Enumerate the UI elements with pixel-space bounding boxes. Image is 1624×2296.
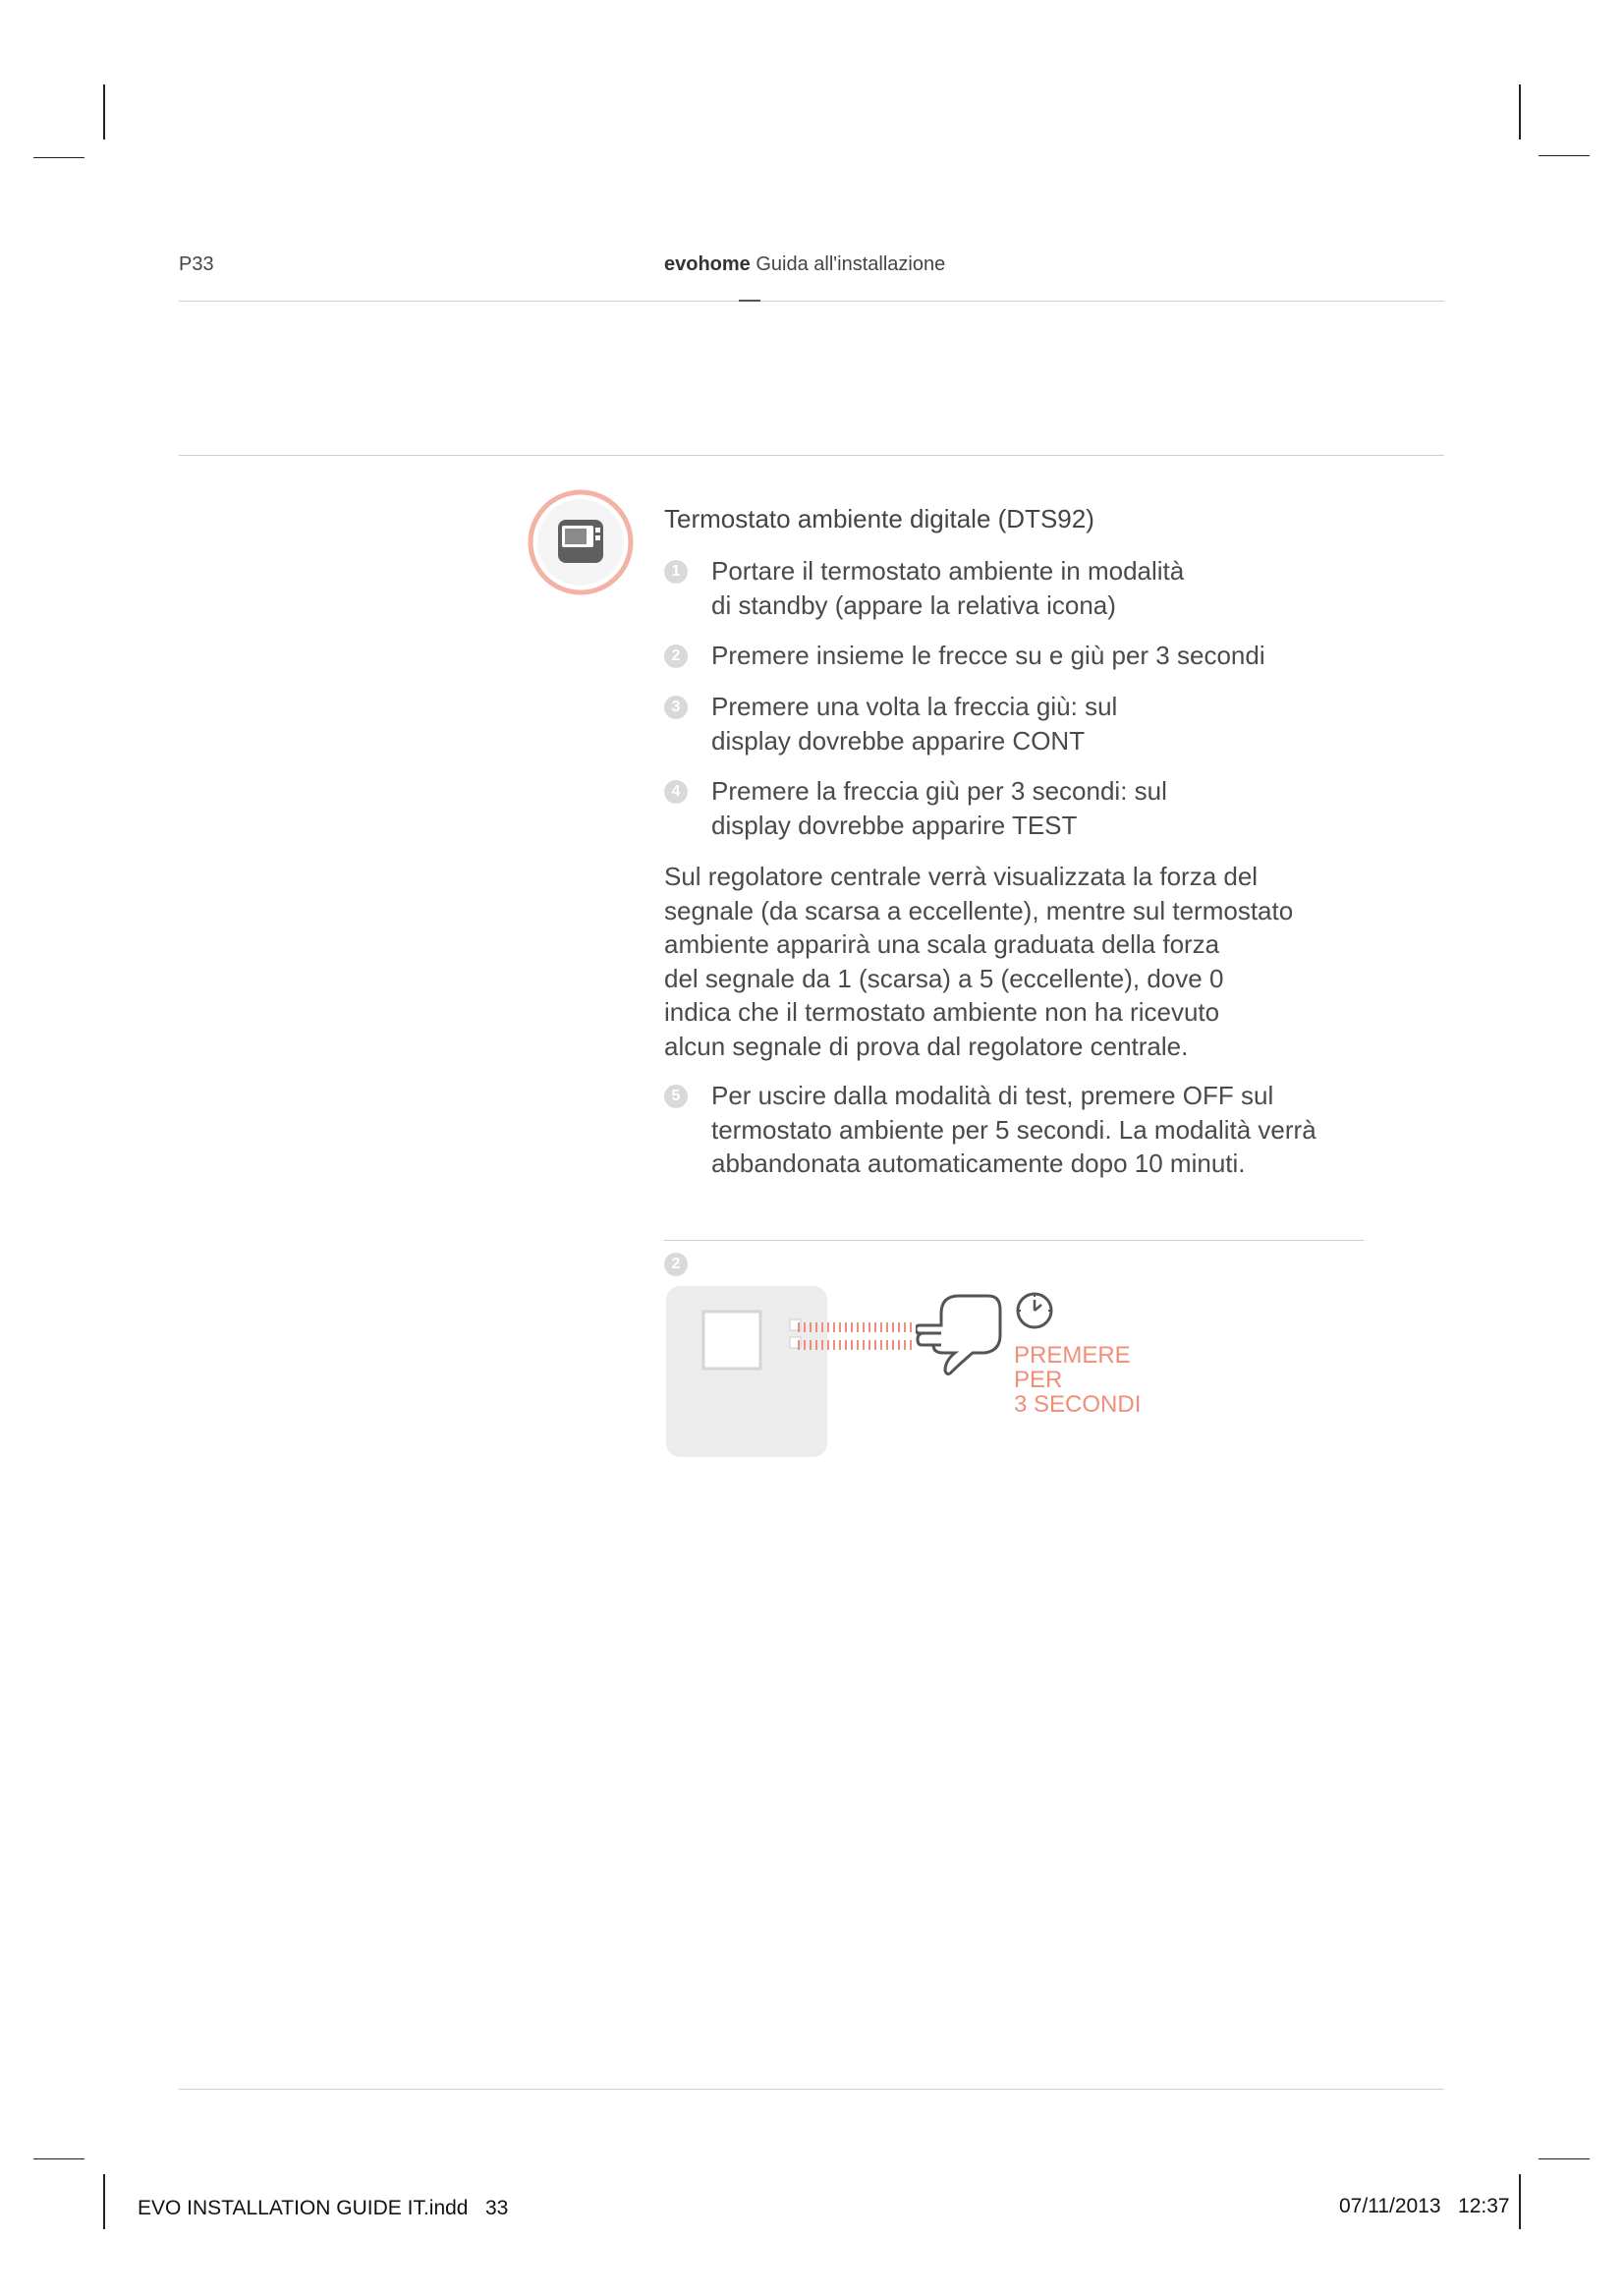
crop-mark [33, 157, 84, 158]
figure-rule [664, 1240, 1364, 1241]
figure-step-number: 2 [664, 1253, 688, 1276]
step-number: 2 [664, 644, 688, 668]
signal-dots [798, 1319, 916, 1353]
step-text: Premere insieme le frecce su e giù per 3… [711, 641, 1265, 670]
print-datetime: 07/11/2013 12:37 [1339, 2195, 1510, 2217]
press-duration-label: PREMERE PER 3 SECONDI [1014, 1342, 1142, 1418]
crop-mark [1519, 2174, 1521, 2229]
thermostat-device-icon [527, 488, 635, 596]
crop-mark [1539, 155, 1590, 156]
crop-mark [103, 84, 105, 140]
crop-mark [1539, 2158, 1590, 2159]
step-number: 1 [664, 560, 688, 584]
step-text: Per uscire dalla modalità di test, preme… [711, 1081, 1316, 1178]
footer-rule [179, 2089, 1444, 2090]
guide-title: Guida all'installazione [756, 253, 946, 275]
crop-mark [103, 2174, 105, 2229]
running-header: evohome Guida all'installazione [664, 253, 945, 276]
pressing-hand-icon [914, 1290, 1006, 1378]
page-label: P33 [179, 253, 214, 275]
section-title: Termostato ambiente digitale (DTS92) [664, 504, 1094, 533]
section-rule [179, 455, 1444, 456]
brand-name: evohome [664, 253, 751, 275]
step-number: 4 [664, 780, 688, 804]
crop-mark [33, 2158, 84, 2159]
file-slug: EVO INSTALLATION GUIDE IT.indd 33 [138, 2197, 509, 2219]
clock-icon [1014, 1290, 1055, 1331]
header-tick [739, 300, 760, 302]
thermostat-illustration [664, 1282, 831, 1461]
crop-mark [1519, 84, 1521, 140]
step-text: Premere la freccia giù per 3 secondi: su… [711, 776, 1167, 840]
header-rule [179, 301, 1444, 302]
step-number: 3 [664, 696, 688, 719]
step-text: Premere una volta la freccia giù: sul di… [711, 692, 1118, 756]
body-paragraph: Sul regolatore centrale verrà visualizza… [664, 862, 1294, 1061]
step-text: Portare il termostato ambiente in modali… [711, 556, 1185, 620]
step-number: 5 [664, 1085, 688, 1108]
